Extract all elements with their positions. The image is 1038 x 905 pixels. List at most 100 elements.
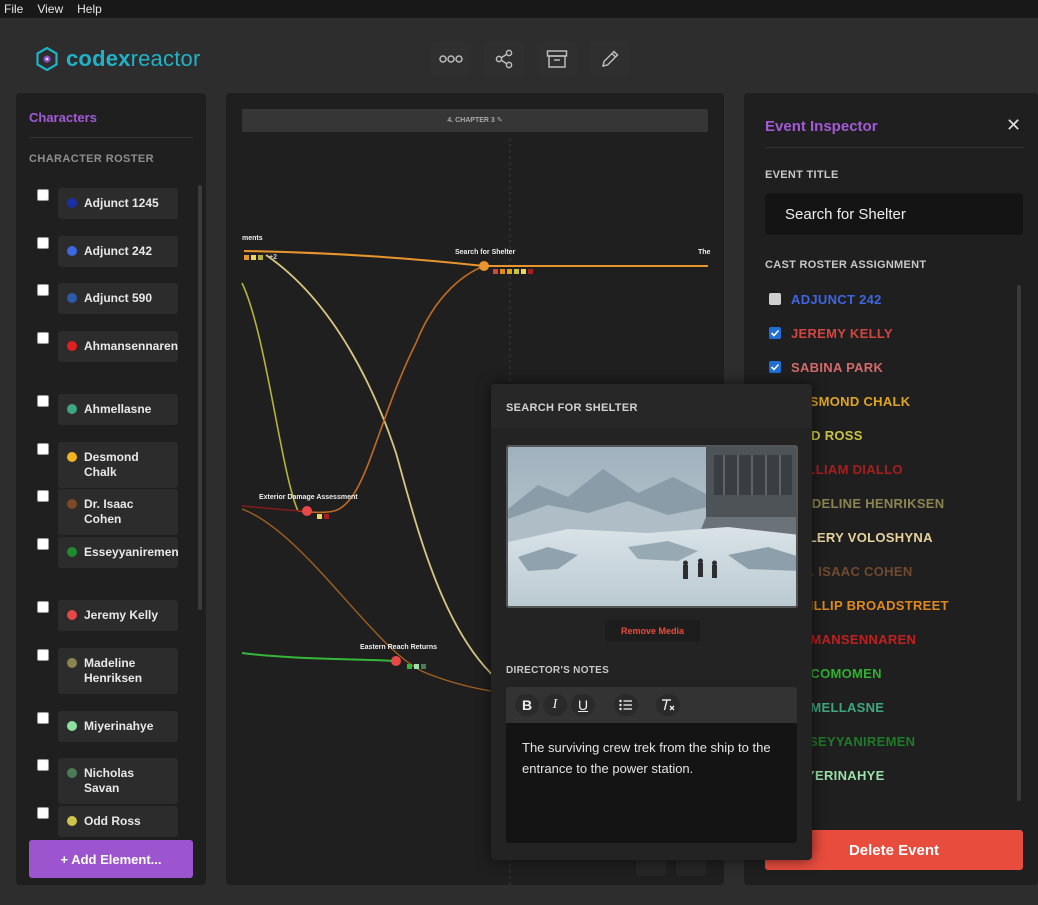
character-color-dot [67, 547, 77, 557]
cast-name: PHILLIP BROADSTREET [791, 597, 949, 613]
character-color-dot [67, 404, 77, 414]
cast-scrollbar[interactable] [1017, 285, 1021, 801]
directors-notes-label: DIRECTOR'S NOTES [506, 665, 610, 676]
italic-icon[interactable]: I [543, 694, 567, 716]
cast-name: JEREMY KELLY [791, 325, 893, 341]
menu-file[interactable]: File [0, 0, 27, 18]
roster-checkbox[interactable] [37, 284, 49, 296]
cast-roster-label: CAST ROSTER ASSIGNMENT [765, 259, 927, 271]
character-color-dot [67, 246, 77, 256]
character-roster-list[interactable]: Adjunct 1245 Adjunct 242 Adjunct 590 Ahmans… [16, 183, 186, 905]
popup-title: SEARCH FOR SHELTER [506, 402, 638, 414]
cast-name: SABINA PARK [791, 359, 884, 375]
checkbox-icon[interactable] [769, 293, 781, 305]
clear-format-icon[interactable] [656, 694, 680, 716]
roster-checkbox[interactable] [37, 538, 49, 550]
character-tag[interactable]: Miyerinahye [58, 711, 178, 742]
roster-checkbox[interactable] [37, 807, 49, 819]
character-tag[interactable]: Odd Ross [58, 806, 178, 837]
share-icon [495, 49, 513, 69]
roster-checkbox[interactable] [37, 712, 49, 724]
edit-button[interactable] [590, 42, 630, 76]
character-tag[interactable]: Ahmellasne [58, 394, 178, 425]
graph-nodes-icon [439, 55, 463, 63]
cast-item[interactable]: SABINA PARK [769, 357, 883, 377]
checked-checkbox-icon[interactable] [769, 327, 781, 339]
roster-scrollbar[interactable] [198, 185, 202, 610]
bold-icon[interactable]: B [515, 694, 539, 716]
character-tag[interactable]: Jeremy Kelly [58, 600, 178, 631]
cast-item[interactable]: ADJUNCT 242 [769, 289, 882, 309]
archive-button[interactable] [537, 42, 577, 76]
event-label-search-for-shelter: Search for Shelter [455, 249, 516, 256]
roster-checkbox[interactable] [37, 759, 49, 771]
share-button[interactable] [484, 42, 524, 76]
roster-checkbox[interactable] [37, 443, 49, 455]
roster-checkbox[interactable] [37, 189, 49, 201]
roster-checkbox[interactable] [37, 490, 49, 502]
cast-item[interactable]: JEREMY KELLY [769, 323, 893, 343]
character-tag[interactable]: Adjunct 1245 [58, 188, 178, 219]
event-title-input[interactable] [765, 193, 1023, 235]
event-label-exterior-damage: Exterior Damage Assessment [259, 494, 358, 501]
event-label-3: The [698, 249, 711, 256]
event-node-exterior-damage[interactable] [302, 506, 312, 516]
event-label-1: ments [242, 235, 263, 242]
remove-media-button[interactable]: Remove Media [605, 620, 700, 642]
event-node-eastern-reach[interactable] [391, 656, 401, 666]
thread-green [241, 652, 397, 662]
close-icon[interactable]: ✕ [1006, 115, 1021, 136]
character-color-dot [67, 658, 77, 668]
character-tag[interactable]: Nicholas Savan [58, 758, 178, 804]
menu-bar: File View Help [0, 0, 1038, 18]
divider [29, 137, 193, 138]
character-color-dot [67, 816, 77, 826]
bullet-list-icon[interactable] [614, 694, 638, 716]
cast-name: MADELINE HENRIKSEN [791, 495, 945, 511]
cast-name: ADJUNCT 242 [791, 291, 882, 307]
hexagon-logo-icon [36, 47, 58, 71]
app-logo: codexreactor [36, 46, 200, 72]
character-label: Desmond Chalk [84, 450, 139, 479]
menu-help[interactable]: Help [73, 0, 106, 18]
roster-checkbox[interactable] [37, 237, 49, 249]
checked-checkbox-icon[interactable] [769, 361, 781, 373]
thread-rust [297, 265, 485, 514]
pencil-icon [602, 50, 619, 67]
character-color-dot [67, 768, 77, 778]
app-name: codexreactor [66, 46, 201, 71]
roster-checkbox[interactable] [37, 395, 49, 407]
graph-view-button[interactable] [431, 42, 471, 76]
directors-notes-editor[interactable]: The surviving crew trek from the ship to… [506, 723, 797, 843]
character-tag[interactable]: Dr. Isaac Cohen [58, 489, 178, 535]
character-color-dot [67, 721, 77, 731]
roster-checkbox[interactable] [37, 649, 49, 661]
editor-toolbar: B I U [506, 687, 797, 723]
character-label: Adjunct 590 [84, 291, 153, 305]
character-tag[interactable]: Madeline Henriksen [58, 648, 178, 694]
character-tag[interactable]: Adjunct 590 [58, 283, 178, 314]
characters-panel: Characters CHARACTER ROSTER Adjunct 1245… [16, 93, 206, 885]
underline-icon[interactable]: U [571, 694, 595, 716]
character-tag[interactable]: Ahmansennaren [58, 331, 178, 362]
snow-scene-image [508, 447, 796, 606]
character-tag[interactable]: Adjunct 242 [58, 236, 178, 267]
character-tag[interactable]: Desmond Chalk [58, 442, 178, 488]
character-color-dot [67, 341, 77, 351]
roster-checkbox[interactable] [37, 601, 49, 613]
character-tag[interactable]: Esseyyaniremen [58, 537, 179, 568]
event-media-image[interactable] [506, 445, 798, 608]
event-label-eastern-reach: Eastern Reach Returns [360, 644, 438, 651]
character-color-dot [67, 293, 77, 303]
character-color-dot [67, 452, 77, 462]
add-element-button[interactable]: + Add Element... [29, 840, 193, 878]
character-color-dot [67, 610, 77, 620]
roster-checkbox[interactable] [37, 332, 49, 344]
menu-view[interactable]: View [33, 0, 67, 18]
character-label: Esseyyaniremen [84, 545, 179, 559]
character-label: Adjunct 242 [84, 244, 153, 258]
event-node-search-for-shelter[interactable] [479, 261, 489, 271]
characters-title: Characters [29, 110, 97, 125]
character-label: Miyerinahye [84, 719, 154, 733]
character-label: Ahmansennaren [84, 339, 179, 353]
